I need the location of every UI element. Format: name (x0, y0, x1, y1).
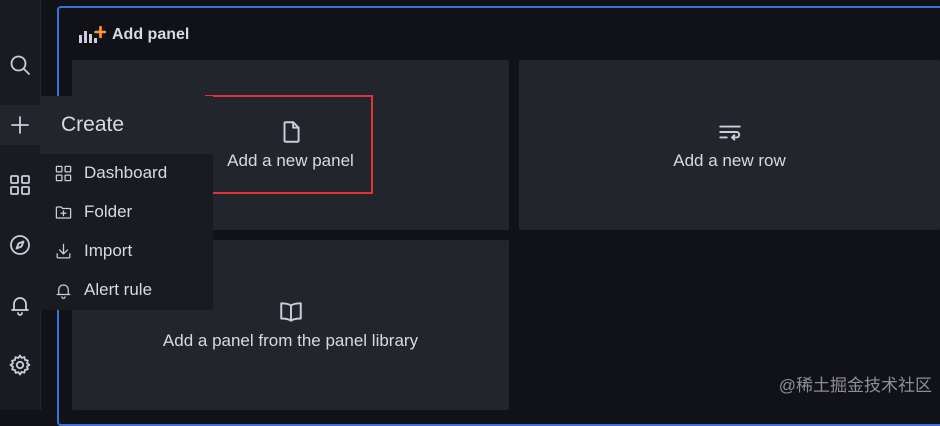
bell-icon (56, 283, 71, 299)
menu-item-label: Folder (84, 202, 133, 221)
gear-icon[interactable] (0, 345, 40, 385)
add-panel-title: Add panel (112, 26, 190, 43)
watermark: @稀土掘金技术社区 (778, 376, 932, 395)
import-icon (56, 243, 71, 258)
menu-item-alert-rule[interactable]: Alert rule (40, 271, 213, 309)
rows-icon (718, 125, 741, 141)
add-new-row-tile[interactable]: Add a new row (519, 60, 940, 230)
dashboards-icon[interactable] (0, 165, 40, 205)
menu-item-label: Import (84, 241, 133, 260)
add-from-library-label: Add a panel from the panel library (162, 331, 419, 350)
menu-item-label: Dashboard (84, 163, 168, 182)
add-panel-header: Add panel (78, 22, 189, 48)
menu-item-label: Alert rule (84, 280, 153, 299)
menu-item-import[interactable]: Import (40, 232, 213, 270)
apps-icon (55, 165, 72, 181)
menu-item-folder[interactable]: Folder (40, 193, 213, 231)
bell-icon[interactable] (0, 285, 40, 325)
book-icon (279, 302, 302, 322)
compass-icon[interactable] (0, 225, 40, 265)
add-new-panel-label: Add a new panel (227, 151, 354, 170)
sidebar (0, 0, 41, 410)
create-menu-title-label: Create (61, 113, 125, 136)
search-icon[interactable] (0, 45, 40, 85)
menu-item-dashboard[interactable]: Dashboard (40, 154, 213, 192)
file-icon (283, 121, 300, 143)
plus-icon[interactable] (0, 105, 40, 145)
create-menu-title[interactable]: Create (40, 96, 213, 154)
add-panel-icon (79, 26, 106, 43)
folder-plus-icon (55, 205, 72, 219)
add-new-row-label: Add a new row (673, 151, 786, 170)
create-menu: Dashboard Folder Import Alert rule (40, 154, 213, 310)
